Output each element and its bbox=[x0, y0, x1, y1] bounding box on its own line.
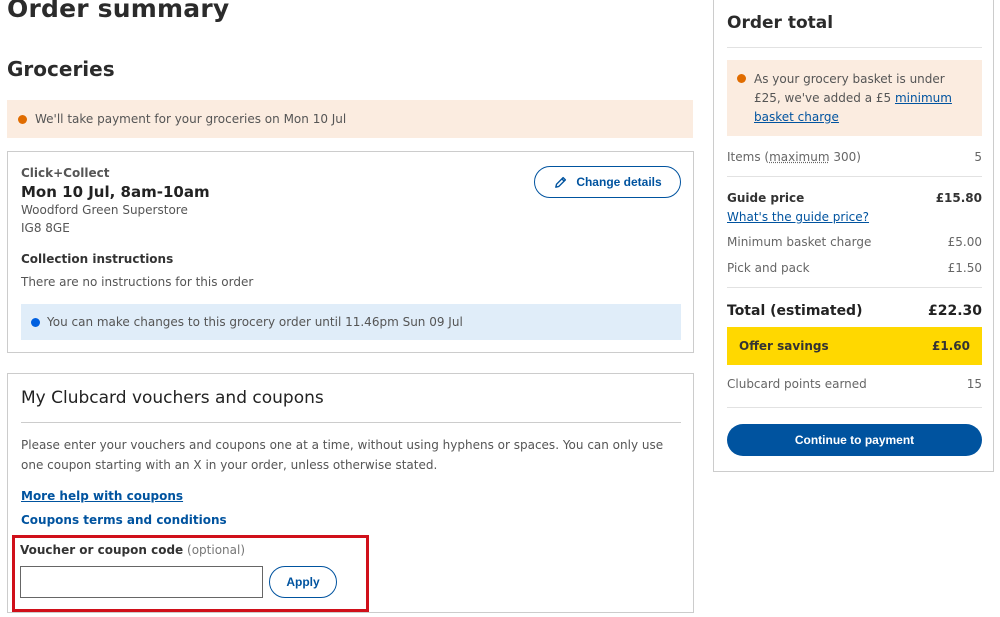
minimum-basket-notice: As your grocery basket is under £25, we'… bbox=[727, 60, 982, 136]
guide-price-link[interactable]: What's the guide price? bbox=[727, 210, 869, 224]
divider bbox=[727, 176, 982, 177]
guide-price-row: Guide price £15.80 bbox=[727, 191, 982, 205]
pick-and-pack-label: Pick and pack bbox=[727, 261, 810, 275]
coupons-heading: My Clubcard vouchers and coupons bbox=[21, 388, 324, 408]
more-help-coupons-link[interactable]: More help with coupons bbox=[21, 489, 183, 503]
voucher-field-label: Voucher or coupon code (optional) bbox=[20, 543, 245, 557]
clubcard-points-value: 15 bbox=[966, 377, 982, 391]
voucher-code-input[interactable] bbox=[20, 566, 263, 598]
collection-type: Click+Collect bbox=[21, 166, 110, 180]
total-value: £22.30 bbox=[927, 303, 982, 319]
coupons-terms-link[interactable]: Coupons terms and conditions bbox=[21, 513, 227, 527]
instructions-title: Collection instructions bbox=[21, 252, 174, 266]
order-total-title: Order total bbox=[727, 13, 834, 33]
total-row: Total (estimated) £22.30 bbox=[727, 303, 982, 319]
items-value: 5 bbox=[974, 150, 982, 164]
change-details-button[interactable]: Change details bbox=[534, 166, 681, 198]
items-label: Items (maximum 300) bbox=[727, 150, 861, 164]
divider bbox=[727, 407, 982, 408]
min-basket-charge-label: Minimum basket charge bbox=[727, 235, 872, 249]
divider bbox=[727, 287, 982, 288]
changes-notice-text: You can make changes to this grocery ord… bbox=[47, 315, 463, 329]
apply-button[interactable]: Apply bbox=[269, 566, 337, 598]
payment-notice-text: We'll take payment for your groceries on… bbox=[35, 112, 347, 126]
blue-dot-icon bbox=[31, 317, 40, 327]
voucher-label-text: Voucher or coupon code bbox=[20, 543, 184, 557]
coupons-description: Please enter your vouchers and coupons o… bbox=[21, 438, 664, 472]
minimum-basket-notice-text: As your grocery basket is under £25, we'… bbox=[754, 70, 972, 127]
orange-dot-icon bbox=[737, 74, 746, 83]
change-details-label: Change details bbox=[576, 175, 662, 189]
clubcard-points-row: Clubcard points earned 15 bbox=[727, 377, 982, 391]
section-title-groceries: Groceries bbox=[7, 57, 115, 81]
clubcard-points-label: Clubcard points earned bbox=[727, 377, 867, 391]
instructions-text: There are no instructions for this order bbox=[21, 275, 254, 289]
offer-savings-value: £1.60 bbox=[932, 339, 970, 353]
guide-price-value: £15.80 bbox=[935, 191, 982, 205]
items-row: Items (maximum 300) 5 bbox=[727, 150, 982, 164]
divider bbox=[21, 422, 681, 423]
offer-savings-label: Offer savings bbox=[739, 339, 829, 353]
collection-details-card: Click+Collect Mon 10 Jul, 8am-10am Woodf… bbox=[7, 151, 694, 353]
total-label: Total (estimated) bbox=[727, 303, 863, 319]
divider bbox=[727, 47, 982, 48]
items-label-prefix: Items ( bbox=[727, 150, 770, 164]
collection-store: Woodford Green Superstore bbox=[21, 203, 188, 217]
collection-slot: Mon 10 Jul, 8am-10am bbox=[21, 183, 210, 201]
continue-to-payment-button[interactable]: Continue to payment bbox=[727, 424, 982, 456]
page-title: Order summary bbox=[7, 0, 230, 23]
pencil-icon bbox=[555, 176, 567, 188]
voucher-label-optional: (optional) bbox=[187, 543, 246, 557]
collection-postcode: IG8 8GE bbox=[21, 221, 70, 235]
payment-notice: We'll take payment for your groceries on… bbox=[7, 100, 693, 138]
offer-savings-row: Offer savings £1.60 bbox=[727, 327, 982, 365]
min-basket-charge-value: £5.00 bbox=[947, 235, 982, 249]
orange-dot-icon bbox=[18, 114, 27, 124]
changes-notice: You can make changes to this grocery ord… bbox=[21, 304, 681, 340]
guide-price-label: Guide price bbox=[727, 191, 805, 205]
maximum-abbr: maximum bbox=[769, 150, 830, 164]
items-label-suffix: 300) bbox=[829, 150, 861, 164]
pick-and-pack-value: £1.50 bbox=[947, 261, 982, 275]
pick-and-pack-row: Pick and pack £1.50 bbox=[727, 261, 982, 275]
min-basket-charge-row: Minimum basket charge £5.00 bbox=[727, 235, 982, 249]
order-total-panel: Order total As your grocery basket is un… bbox=[713, 0, 994, 472]
